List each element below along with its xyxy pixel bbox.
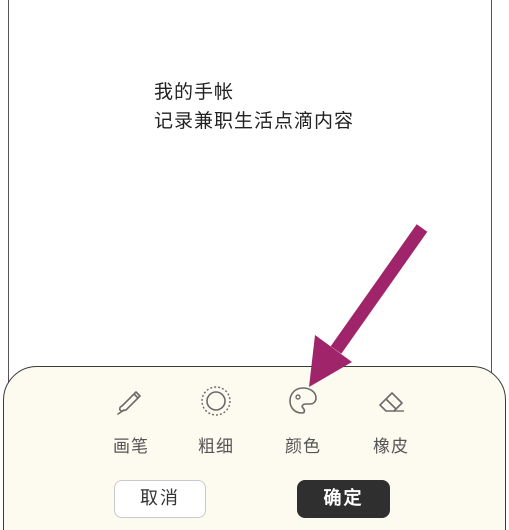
palette-icon xyxy=(289,387,317,414)
pencil-icon xyxy=(117,391,141,415)
tool-stroke-width-label: 粗细 xyxy=(198,437,234,457)
tool-row: 画笔 粗细 颜色 橡皮 xyxy=(4,384,505,464)
tool-eraser[interactable]: 橡皮 xyxy=(356,384,426,460)
tool-pen[interactable]: 画笔 xyxy=(96,384,166,460)
eraser-icon xyxy=(379,392,404,412)
tool-color[interactable]: 颜色 xyxy=(268,384,338,460)
page-content: 我的手帐 记录兼职生活点滴内容 xyxy=(154,78,354,136)
tool-eraser-label: 橡皮 xyxy=(373,437,409,457)
confirm-button[interactable]: 确定 xyxy=(297,480,390,518)
stroke-width-icon xyxy=(201,386,231,416)
cancel-button[interactable]: 取消 xyxy=(114,480,206,518)
tool-pen-label: 画笔 xyxy=(113,437,149,457)
screen: 我的手帐 记录兼职生活点滴内容 画笔 粗细 颜色 橡皮 取消 确定 xyxy=(0,0,509,530)
tool-color-label: 颜色 xyxy=(285,437,321,457)
tool-stroke-width[interactable]: 粗细 xyxy=(181,384,251,460)
page-title: 我的手帐 xyxy=(154,81,235,103)
notebook-page xyxy=(8,0,492,400)
drawing-tool-sheet: 画笔 粗细 颜色 橡皮 取消 确定 xyxy=(3,366,506,530)
page-subtitle: 记录兼职生活点滴内容 xyxy=(154,110,355,132)
